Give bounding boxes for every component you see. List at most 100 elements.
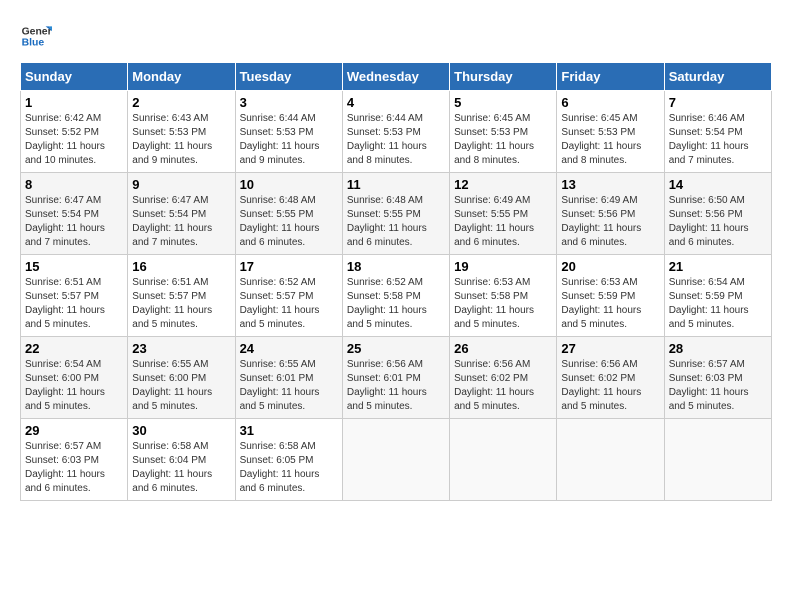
day-cell: 22 Sunrise: 6:54 AM Sunset: 6:00 PM Dayl… (21, 337, 128, 419)
day-number: 24 (240, 341, 338, 356)
day-number: 5 (454, 95, 552, 110)
day-info: Sunrise: 6:51 AM Sunset: 5:57 PM Dayligh… (25, 276, 123, 332)
day-number: 21 (669, 259, 767, 274)
day-number: 10 (240, 177, 338, 192)
svg-text:General: General (22, 26, 52, 37)
day-info: Sunrise: 6:58 AM Sunset: 6:04 PM Dayligh… (132, 440, 230, 496)
day-info: Sunrise: 6:42 AM Sunset: 5:52 PM Dayligh… (25, 112, 123, 168)
day-cell (342, 419, 449, 501)
day-cell: 19 Sunrise: 6:53 AM Sunset: 5:58 PM Dayl… (450, 255, 557, 337)
day-number: 16 (132, 259, 230, 274)
day-cell: 29 Sunrise: 6:57 AM Sunset: 6:03 PM Dayl… (21, 419, 128, 501)
day-info: Sunrise: 6:57 AM Sunset: 6:03 PM Dayligh… (669, 358, 767, 414)
header-cell-monday: Monday (128, 63, 235, 91)
day-info: Sunrise: 6:54 AM Sunset: 5:59 PM Dayligh… (669, 276, 767, 332)
day-number: 3 (240, 95, 338, 110)
day-info: Sunrise: 6:56 AM Sunset: 6:02 PM Dayligh… (454, 358, 552, 414)
header: General Blue (20, 20, 772, 52)
day-cell: 31 Sunrise: 6:58 AM Sunset: 6:05 PM Dayl… (235, 419, 342, 501)
day-info: Sunrise: 6:55 AM Sunset: 6:01 PM Dayligh… (240, 358, 338, 414)
header-cell-saturday: Saturday (664, 63, 771, 91)
day-number: 13 (561, 177, 659, 192)
day-info: Sunrise: 6:51 AM Sunset: 5:57 PM Dayligh… (132, 276, 230, 332)
day-number: 20 (561, 259, 659, 274)
week-row-5: 29 Sunrise: 6:57 AM Sunset: 6:03 PM Dayl… (21, 419, 772, 501)
calendar-body: 1 Sunrise: 6:42 AM Sunset: 5:52 PM Dayli… (21, 91, 772, 501)
day-cell: 6 Sunrise: 6:45 AM Sunset: 5:53 PM Dayli… (557, 91, 664, 173)
day-info: Sunrise: 6:47 AM Sunset: 5:54 PM Dayligh… (25, 194, 123, 250)
header-cell-thursday: Thursday (450, 63, 557, 91)
day-number: 15 (25, 259, 123, 274)
day-cell: 5 Sunrise: 6:45 AM Sunset: 5:53 PM Dayli… (450, 91, 557, 173)
logo: General Blue (20, 20, 52, 52)
day-cell (450, 419, 557, 501)
day-number: 8 (25, 177, 123, 192)
day-info: Sunrise: 6:53 AM Sunset: 5:59 PM Dayligh… (561, 276, 659, 332)
day-info: Sunrise: 6:45 AM Sunset: 5:53 PM Dayligh… (454, 112, 552, 168)
day-number: 26 (454, 341, 552, 356)
day-info: Sunrise: 6:52 AM Sunset: 5:57 PM Dayligh… (240, 276, 338, 332)
day-info: Sunrise: 6:49 AM Sunset: 5:55 PM Dayligh… (454, 194, 552, 250)
day-cell: 14 Sunrise: 6:50 AM Sunset: 5:56 PM Dayl… (664, 173, 771, 255)
day-cell: 23 Sunrise: 6:55 AM Sunset: 6:00 PM Dayl… (128, 337, 235, 419)
day-number: 1 (25, 95, 123, 110)
day-cell: 9 Sunrise: 6:47 AM Sunset: 5:54 PM Dayli… (128, 173, 235, 255)
day-cell: 12 Sunrise: 6:49 AM Sunset: 5:55 PM Dayl… (450, 173, 557, 255)
day-info: Sunrise: 6:56 AM Sunset: 6:02 PM Dayligh… (561, 358, 659, 414)
day-info: Sunrise: 6:46 AM Sunset: 5:54 PM Dayligh… (669, 112, 767, 168)
day-cell: 20 Sunrise: 6:53 AM Sunset: 5:59 PM Dayl… (557, 255, 664, 337)
week-row-3: 15 Sunrise: 6:51 AM Sunset: 5:57 PM Dayl… (21, 255, 772, 337)
day-cell: 26 Sunrise: 6:56 AM Sunset: 6:02 PM Dayl… (450, 337, 557, 419)
day-number: 30 (132, 423, 230, 438)
day-cell: 18 Sunrise: 6:52 AM Sunset: 5:58 PM Dayl… (342, 255, 449, 337)
day-info: Sunrise: 6:57 AM Sunset: 6:03 PM Dayligh… (25, 440, 123, 496)
day-number: 12 (454, 177, 552, 192)
day-info: Sunrise: 6:44 AM Sunset: 5:53 PM Dayligh… (240, 112, 338, 168)
week-row-2: 8 Sunrise: 6:47 AM Sunset: 5:54 PM Dayli… (21, 173, 772, 255)
day-info: Sunrise: 6:49 AM Sunset: 5:56 PM Dayligh… (561, 194, 659, 250)
day-cell (557, 419, 664, 501)
header-cell-friday: Friday (557, 63, 664, 91)
day-cell: 17 Sunrise: 6:52 AM Sunset: 5:57 PM Dayl… (235, 255, 342, 337)
day-number: 2 (132, 95, 230, 110)
week-row-4: 22 Sunrise: 6:54 AM Sunset: 6:00 PM Dayl… (21, 337, 772, 419)
day-number: 25 (347, 341, 445, 356)
day-cell: 16 Sunrise: 6:51 AM Sunset: 5:57 PM Dayl… (128, 255, 235, 337)
day-info: Sunrise: 6:44 AM Sunset: 5:53 PM Dayligh… (347, 112, 445, 168)
day-number: 17 (240, 259, 338, 274)
day-info: Sunrise: 6:58 AM Sunset: 6:05 PM Dayligh… (240, 440, 338, 496)
day-cell: 11 Sunrise: 6:48 AM Sunset: 5:55 PM Dayl… (342, 173, 449, 255)
header-cell-sunday: Sunday (21, 63, 128, 91)
day-info: Sunrise: 6:48 AM Sunset: 5:55 PM Dayligh… (347, 194, 445, 250)
header-cell-wednesday: Wednesday (342, 63, 449, 91)
day-cell: 27 Sunrise: 6:56 AM Sunset: 6:02 PM Dayl… (557, 337, 664, 419)
day-info: Sunrise: 6:50 AM Sunset: 5:56 PM Dayligh… (669, 194, 767, 250)
day-number: 27 (561, 341, 659, 356)
day-number: 28 (669, 341, 767, 356)
day-number: 14 (669, 177, 767, 192)
day-number: 9 (132, 177, 230, 192)
day-cell: 28 Sunrise: 6:57 AM Sunset: 6:03 PM Dayl… (664, 337, 771, 419)
day-cell: 30 Sunrise: 6:58 AM Sunset: 6:04 PM Dayl… (128, 419, 235, 501)
day-cell: 25 Sunrise: 6:56 AM Sunset: 6:01 PM Dayl… (342, 337, 449, 419)
day-info: Sunrise: 6:55 AM Sunset: 6:00 PM Dayligh… (132, 358, 230, 414)
day-info: Sunrise: 6:43 AM Sunset: 5:53 PM Dayligh… (132, 112, 230, 168)
header-cell-tuesday: Tuesday (235, 63, 342, 91)
day-number: 22 (25, 341, 123, 356)
day-number: 4 (347, 95, 445, 110)
day-info: Sunrise: 6:52 AM Sunset: 5:58 PM Dayligh… (347, 276, 445, 332)
day-number: 11 (347, 177, 445, 192)
day-info: Sunrise: 6:47 AM Sunset: 5:54 PM Dayligh… (132, 194, 230, 250)
day-cell: 13 Sunrise: 6:49 AM Sunset: 5:56 PM Dayl… (557, 173, 664, 255)
day-number: 31 (240, 423, 338, 438)
day-number: 19 (454, 259, 552, 274)
day-number: 18 (347, 259, 445, 274)
day-cell: 2 Sunrise: 6:43 AM Sunset: 5:53 PM Dayli… (128, 91, 235, 173)
week-row-1: 1 Sunrise: 6:42 AM Sunset: 5:52 PM Dayli… (21, 91, 772, 173)
svg-text:Blue: Blue (22, 38, 45, 49)
calendar-header-row: SundayMondayTuesdayWednesdayThursdayFrid… (21, 63, 772, 91)
day-number: 6 (561, 95, 659, 110)
day-number: 29 (25, 423, 123, 438)
day-info: Sunrise: 6:56 AM Sunset: 6:01 PM Dayligh… (347, 358, 445, 414)
day-number: 23 (132, 341, 230, 356)
